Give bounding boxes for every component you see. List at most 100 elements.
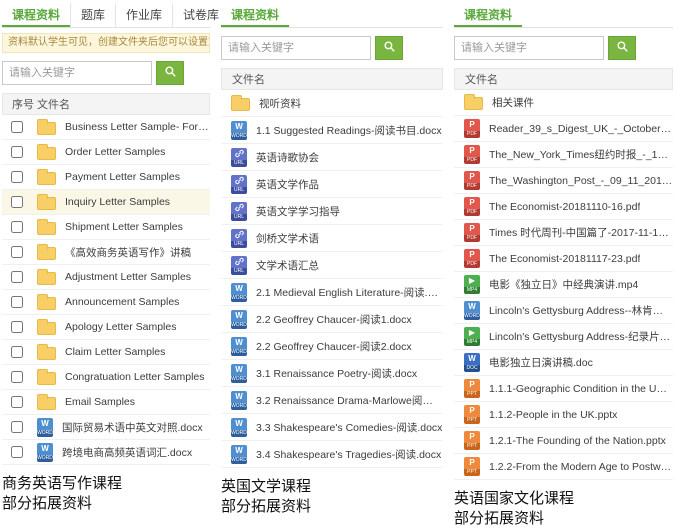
file-row[interactable]: WWORD2.1 Medieval English Literature-阅读.… xyxy=(221,279,443,306)
file-name[interactable]: Reader_39_s_Digest_UK_-_October_2018.pdf xyxy=(489,123,673,135)
file-row[interactable]: WWORD3.3 Shakespeare's Comedies-阅读.docx xyxy=(221,414,443,441)
file-row[interactable]: PPPT1.1.2-People in the UK.pptx xyxy=(454,402,673,428)
file-name[interactable]: 《高效商务英语写作》讲稿 xyxy=(65,245,191,260)
file-row[interactable]: PPDFThe_Washington_Post_-_09_11_2018.pdf xyxy=(454,168,673,194)
file-name[interactable]: 2.2 Geoffrey Chaucer-阅读1.docx xyxy=(256,312,412,327)
row-checkbox[interactable] xyxy=(11,396,23,408)
file-name[interactable]: 视听资料 xyxy=(259,96,301,111)
file-name[interactable]: The Economist-20181117-23.pdf xyxy=(489,253,640,265)
search-input[interactable] xyxy=(221,36,371,60)
file-name[interactable]: 跨境电商高频英语词汇.docx xyxy=(62,445,192,460)
file-row[interactable]: Apology Letter Samples xyxy=(2,315,210,340)
row-checkbox[interactable] xyxy=(11,421,23,433)
file-row[interactable]: Congratuation Letter Samples xyxy=(2,365,210,390)
tab-assignment-bank[interactable]: 作业库 xyxy=(115,3,172,27)
row-checkbox[interactable] xyxy=(11,121,23,133)
file-name[interactable]: 3.3 Shakespeare's Comedies-阅读.docx xyxy=(256,420,442,435)
file-name[interactable]: Business Letter Sample- Format xyxy=(65,121,210,133)
file-name[interactable]: Claim Letter Samples xyxy=(65,346,165,358)
file-row[interactable]: ▶MP4Lincoln's Gettysburg Address-纪录片视频-搜… xyxy=(454,324,673,350)
file-row[interactable]: URL剑桥文学术语 xyxy=(221,225,443,252)
tab-question-bank[interactable]: 题库 xyxy=(70,3,115,27)
file-name[interactable]: 英语文学作品 xyxy=(256,177,319,192)
file-name[interactable]: 英语文学学习指导 xyxy=(256,204,340,219)
file-name[interactable]: The_New_York_Times纽约时报_-_12_04_2019.pdf xyxy=(489,147,673,162)
file-row[interactable]: URL英语诗歌协会 xyxy=(221,144,443,171)
file-name[interactable]: Lincoln's Gettysburg Address-纪录片视频-搜狐视频.… xyxy=(489,329,673,344)
file-name[interactable]: 1.1 Suggested Readings-阅读书目.docx xyxy=(256,123,442,138)
file-name[interactable]: Adjustment Letter Samples xyxy=(65,271,191,283)
file-name[interactable]: Payment Letter Samples xyxy=(65,171,180,183)
file-row[interactable]: WDOC电影独立日演讲稿.doc xyxy=(454,350,673,376)
file-row[interactable]: PPDFThe_New_York_Times纽约时报_-_12_04_2019.… xyxy=(454,142,673,168)
file-row[interactable]: Email Samples xyxy=(2,390,210,415)
file-name[interactable]: 1.1.2-People in the UK.pptx xyxy=(489,409,617,421)
file-name[interactable]: Announcement Samples xyxy=(65,296,179,308)
file-name[interactable]: 英语诗歌协会 xyxy=(256,150,319,165)
file-row[interactable]: PPDFThe Economist-20181110-16.pdf xyxy=(454,194,673,220)
file-name[interactable]: Order Letter Samples xyxy=(65,146,165,158)
file-row[interactable]: PPDFTimes 时代周刊-中国篇了-2017-11-13.pdf xyxy=(454,220,673,246)
file-row[interactable]: WWORD3.1 Renaissance Poetry-阅读.docx xyxy=(221,360,443,387)
file-name[interactable]: 相关课件 xyxy=(492,95,534,110)
search-input[interactable] xyxy=(454,36,604,60)
file-name[interactable]: Congratuation Letter Samples xyxy=(65,371,205,383)
row-checkbox[interactable] xyxy=(11,146,23,158)
file-row[interactable]: WWORDLincoln's Gettysburg Address--林肯葛底斯… xyxy=(454,298,673,324)
file-row[interactable]: Order Letter Samples xyxy=(2,140,210,165)
file-row[interactable]: URL文学术语汇总 xyxy=(221,252,443,279)
row-checkbox[interactable] xyxy=(11,221,23,233)
row-checkbox[interactable] xyxy=(11,296,23,308)
file-name[interactable]: 1.1.1-Geographic Condition in the UK.ppt… xyxy=(489,383,673,395)
file-row[interactable]: URL英语文学作品 xyxy=(221,171,443,198)
file-row[interactable]: Claim Letter Samples xyxy=(2,340,210,365)
tab-course-materials[interactable]: 课程资料 xyxy=(221,3,289,27)
file-row[interactable]: 相关课件 xyxy=(454,90,673,116)
row-checkbox[interactable] xyxy=(11,346,23,358)
file-row[interactable]: Business Letter Sample- Format xyxy=(2,115,210,140)
row-checkbox[interactable] xyxy=(11,171,23,183)
file-name[interactable]: 1.2.2-From the Modern Age to Postwar Bri… xyxy=(489,461,673,473)
file-row[interactable]: Announcement Samples xyxy=(2,290,210,315)
file-row[interactable]: PPPT1.1.1-Geographic Condition in the UK… xyxy=(454,376,673,402)
file-row[interactable]: WWORD3.2 Renaissance Drama-Marlowe阅读.doc… xyxy=(221,387,443,414)
file-name[interactable]: Shipment Letter Samples xyxy=(65,221,183,233)
file-name[interactable]: 1.2.1-The Founding of the Nation.pptx xyxy=(489,435,666,447)
file-row[interactable]: 《高效商务英语写作》讲稿 xyxy=(2,240,210,265)
search-button[interactable] xyxy=(608,36,636,60)
row-checkbox[interactable] xyxy=(11,196,23,208)
file-name[interactable]: Times 时代周刊-中国篇了-2017-11-13.pdf xyxy=(489,225,673,240)
file-name[interactable]: Apology Letter Samples xyxy=(65,321,176,333)
file-row[interactable]: 视听资料 xyxy=(221,90,443,117)
file-row[interactable]: WWORD国际贸易术语中英文对照.docx xyxy=(2,415,210,440)
file-row[interactable]: WWORD跨境电商高频英语词汇.docx xyxy=(2,440,210,465)
file-row[interactable]: Inquiry Letter Samples xyxy=(2,190,210,215)
file-row[interactable]: ▶MP4电影《独立日》中经典演讲.mp4 xyxy=(454,272,673,298)
file-row[interactable]: PPPT1.2.1-The Founding of the Nation.ppt… xyxy=(454,428,673,454)
file-name[interactable]: 3.2 Renaissance Drama-Marlowe阅读.docx xyxy=(256,393,443,408)
file-row[interactable]: PPPT1.2.2-From the Modern Age to Postwar… xyxy=(454,454,673,480)
file-name[interactable]: 电影独立日演讲稿.doc xyxy=(489,355,593,370)
file-name[interactable]: The Economist-20181110-16.pdf xyxy=(489,201,640,213)
file-row[interactable]: Payment Letter Samples xyxy=(2,165,210,190)
file-name[interactable]: 2.2 Geoffrey Chaucer-阅读2.docx xyxy=(256,339,412,354)
file-row[interactable]: WWORD3.4 Shakespeare's Tragedies-阅读.docx xyxy=(221,441,443,468)
file-name[interactable]: 3.1 Renaissance Poetry-阅读.docx xyxy=(256,366,417,381)
file-name[interactable]: 3.4 Shakespeare's Tragedies-阅读.docx xyxy=(256,447,441,462)
file-name[interactable]: The_Washington_Post_-_09_11_2018.pdf xyxy=(489,175,673,187)
file-name[interactable]: Lincoln's Gettysburg Address--林肯葛底斯堡演说.d… xyxy=(489,303,673,318)
file-row[interactable]: WWORD1.1 Suggested Readings-阅读书目.docx xyxy=(221,117,443,144)
file-name[interactable]: 2.1 Medieval English Literature-阅读.docx xyxy=(256,285,443,300)
file-name[interactable]: Inquiry Letter Samples xyxy=(65,196,170,208)
row-checkbox[interactable] xyxy=(11,371,23,383)
file-row[interactable]: Shipment Letter Samples xyxy=(2,215,210,240)
file-row[interactable]: PPDFReader_39_s_Digest_UK_-_October_2018… xyxy=(454,116,673,142)
file-row[interactable]: Adjustment Letter Samples xyxy=(2,265,210,290)
file-name[interactable]: 文学术语汇总 xyxy=(256,258,319,273)
file-row[interactable]: PPDFThe Economist-20181117-23.pdf xyxy=(454,246,673,272)
file-row[interactable]: WWORD2.2 Geoffrey Chaucer-阅读2.docx xyxy=(221,333,443,360)
row-checkbox[interactable] xyxy=(11,271,23,283)
tab-course-materials[interactable]: 课程资料 xyxy=(2,3,70,27)
row-checkbox[interactable] xyxy=(11,446,23,458)
file-name[interactable]: Email Samples xyxy=(65,396,135,408)
